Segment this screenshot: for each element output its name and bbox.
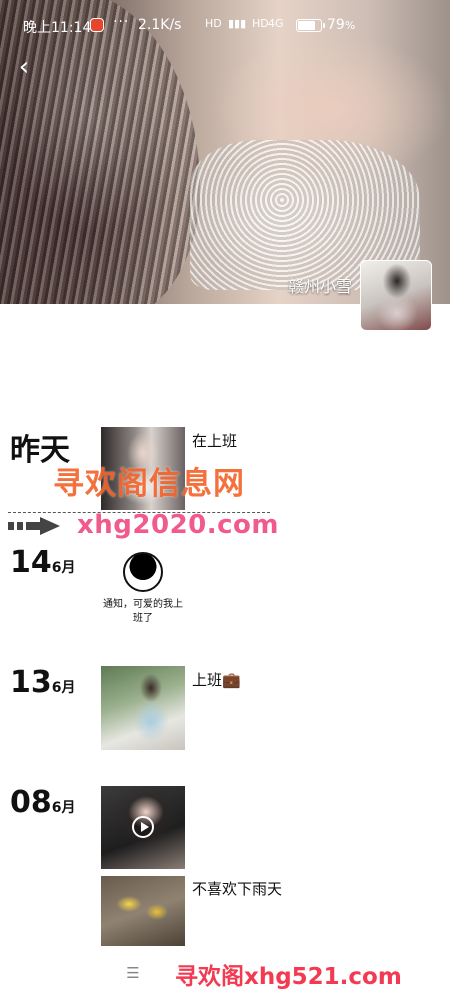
post-thumbnail[interactable]	[101, 666, 185, 750]
chevron-left-icon: ‹	[18, 52, 30, 82]
post-thumbnail[interactable]	[101, 876, 185, 946]
signal-hd-icon: HD	[205, 17, 222, 30]
menu-icon[interactable]: ☰	[124, 964, 142, 982]
battery-icon	[296, 19, 325, 32]
back-button[interactable]: ‹	[12, 52, 36, 82]
signal-4g-icon: 4G	[268, 17, 284, 30]
profile-avatar[interactable]	[360, 260, 432, 331]
signal-bars-icon: ▮▮▮	[228, 17, 247, 30]
more-notifications-icon: ···	[113, 14, 130, 30]
play-icon	[132, 816, 154, 838]
battery-fill	[298, 21, 315, 30]
day-label-08: 086月	[10, 785, 76, 820]
post-thumbnail-meme[interactable]: 通知，可爱的我上班了	[101, 546, 185, 630]
battery-percent: 79%	[327, 17, 356, 33]
post-caption[interactable]: 在上班	[192, 430, 237, 451]
post-video-thumbnail[interactable]	[101, 786, 185, 869]
watermark-site-name: 寻欢阁信息网	[53, 466, 245, 502]
day-number: 08	[10, 785, 52, 820]
signal-hd2-icon: HD	[252, 17, 269, 30]
day-label-13: 136月	[10, 665, 76, 700]
meme-caption: 通知，可爱的我上班了	[103, 599, 183, 624]
day-month: 6月	[51, 680, 76, 696]
post-caption[interactable]: 上班💼	[192, 669, 241, 690]
day-month: 6月	[51, 800, 76, 816]
watermark-url-bottom: 寻欢阁xhg521.com	[175, 964, 402, 990]
app-notification-icon	[90, 18, 104, 32]
post-caption[interactable]: 不喜欢下雨天	[192, 878, 282, 899]
watermark-url: xhg2020.com	[77, 510, 279, 540]
profile-nickname: 赣州小雪	[287, 277, 352, 296]
status-time: 晚上11:14	[23, 20, 92, 36]
network-speed: 2.1K/s	[138, 17, 182, 33]
meme-face-icon	[123, 552, 163, 592]
day-number: 14	[10, 545, 52, 580]
day-label-14: 146月	[10, 545, 76, 580]
watermark-arrow-icon	[8, 517, 60, 535]
status-bar: 晚上11:14 ··· 2.1K/s HD ▮▮▮ HD 4G 79%	[0, 0, 450, 52]
day-month: 6月	[51, 560, 76, 576]
day-number: 13	[10, 665, 52, 700]
